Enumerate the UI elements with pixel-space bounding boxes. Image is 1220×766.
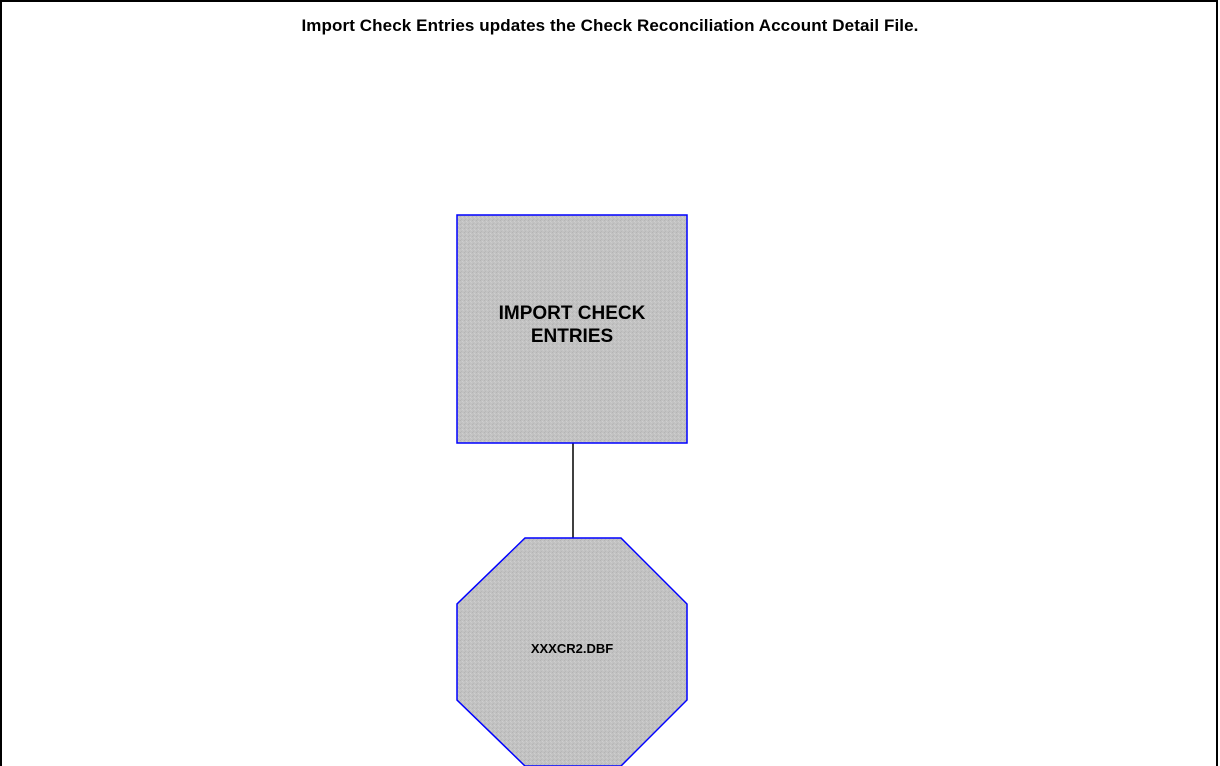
process-box-label: IMPORT CHECK ENTRIES bbox=[458, 302, 686, 348]
process-box-label-line2: ENTRIES bbox=[530, 326, 614, 347]
process-box-label-line1: IMPORT CHECK bbox=[498, 303, 646, 324]
data-store-label: XXXCR2.DBF bbox=[530, 641, 614, 656]
